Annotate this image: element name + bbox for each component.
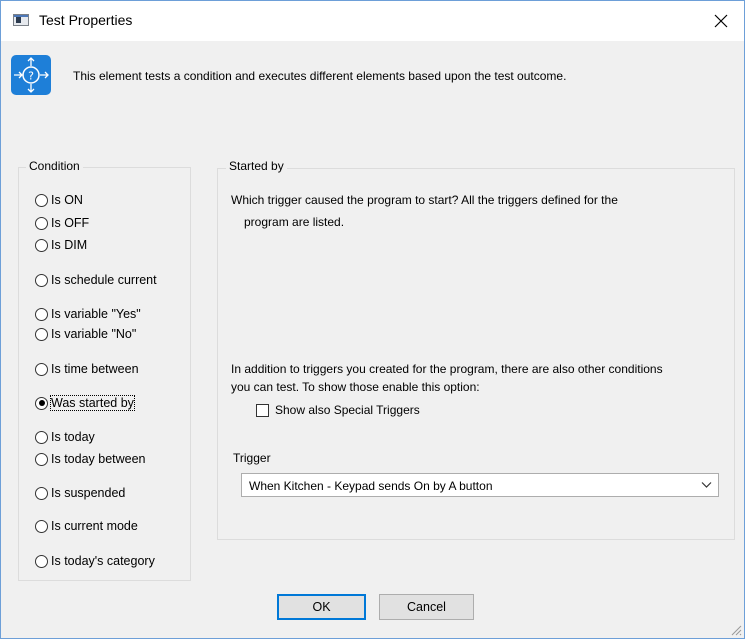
radio-is-dim[interactable]: Is DIM xyxy=(35,236,87,254)
radio-label: Is DIM xyxy=(51,238,88,252)
radio-label: Is today between xyxy=(51,452,146,466)
radio-is-today-between[interactable]: Is today between xyxy=(35,450,146,468)
radio-is-off[interactable]: Is OFF xyxy=(35,214,89,232)
radio-label: Was started by xyxy=(50,395,135,411)
radio-label: Is variable "No" xyxy=(51,327,137,341)
resize-grip-icon[interactable] xyxy=(730,624,742,636)
radio-button[interactable] xyxy=(35,486,48,500)
header-description: This element tests a condition and execu… xyxy=(73,69,567,83)
condition-group-title: Condition xyxy=(26,159,83,173)
radio-label: Is time between xyxy=(51,362,139,376)
chevron-down-icon xyxy=(701,482,712,488)
radio-button[interactable] xyxy=(35,554,48,568)
trigger-dropdown-value: When Kitchen - Keypad sends On by A butt… xyxy=(249,479,493,493)
radio-is-current-mode[interactable]: Is current mode xyxy=(35,517,138,535)
svg-text:?: ? xyxy=(28,70,34,83)
trigger-question-line1: Which trigger caused the program to star… xyxy=(231,193,618,207)
radio-is-on[interactable]: Is ON xyxy=(35,191,83,209)
checkbox-label: Show also Special Triggers xyxy=(275,403,420,417)
radio-button[interactable] xyxy=(35,273,48,287)
window-app-icon xyxy=(13,14,29,26)
show-special-triggers-checkbox[interactable]: Show also Special Triggers xyxy=(256,403,420,417)
radio-label: Is OFF xyxy=(51,216,90,230)
cancel-button[interactable]: Cancel xyxy=(379,594,474,620)
radio-button[interactable] xyxy=(35,238,48,252)
radio-button[interactable] xyxy=(35,307,48,321)
radio-button[interactable] xyxy=(35,519,48,533)
ok-button-label: OK xyxy=(312,600,331,614)
radio-was-started-by[interactable]: Was started by xyxy=(35,394,135,412)
checkbox-box[interactable] xyxy=(256,403,269,417)
radio-is-today[interactable]: Is today xyxy=(35,428,95,446)
cancel-button-label: Cancel xyxy=(407,600,446,614)
radio-is-variable-no[interactable]: Is variable "No" xyxy=(35,325,136,343)
trigger-label: Trigger xyxy=(233,451,271,465)
radio-button[interactable] xyxy=(35,327,48,341)
trigger-question-line2: program are listed. xyxy=(244,215,345,229)
radio-button[interactable] xyxy=(35,430,48,444)
radio-button[interactable] xyxy=(35,216,48,230)
radio-is-time-between[interactable]: Is time between xyxy=(35,360,139,378)
radio-button[interactable] xyxy=(35,452,48,466)
radio-label: Is today's category xyxy=(51,554,155,568)
radio-is-schedule-current[interactable]: Is schedule current xyxy=(35,271,157,289)
radio-label: Is schedule current xyxy=(51,273,157,287)
radio-label: Is suspended xyxy=(51,486,126,500)
test-element-icon: ? xyxy=(11,55,51,95)
radio-label: Is ON xyxy=(51,193,83,207)
close-button[interactable] xyxy=(698,1,744,41)
ok-button[interactable]: OK xyxy=(277,594,366,620)
started-by-group-title: Started by xyxy=(226,159,287,173)
radio-button[interactable] xyxy=(35,362,48,376)
test-properties-dialog: Test Properties ? This element tests a c… xyxy=(0,0,745,639)
radio-label: Is today xyxy=(51,430,95,444)
special-triggers-info-line2: you can test. To show those enable this … xyxy=(231,380,480,394)
radio-button-selected[interactable] xyxy=(35,396,48,410)
trigger-dropdown[interactable]: When Kitchen - Keypad sends On by A butt… xyxy=(241,473,719,497)
window-title: Test Properties xyxy=(39,12,133,28)
radio-is-suspended[interactable]: Is suspended xyxy=(35,484,125,502)
radio-label: Is current mode xyxy=(51,519,138,533)
radio-button[interactable] xyxy=(35,193,48,207)
title-bar[interactable]: Test Properties xyxy=(1,1,744,41)
radio-label: Is variable "Yes" xyxy=(51,307,141,321)
close-icon xyxy=(714,14,728,28)
radio-is-variable-yes[interactable]: Is variable "Yes" xyxy=(35,305,141,323)
special-triggers-info-line1: In addition to triggers you created for … xyxy=(231,362,663,376)
radio-is-todays-category[interactable]: Is today's category xyxy=(35,552,155,570)
